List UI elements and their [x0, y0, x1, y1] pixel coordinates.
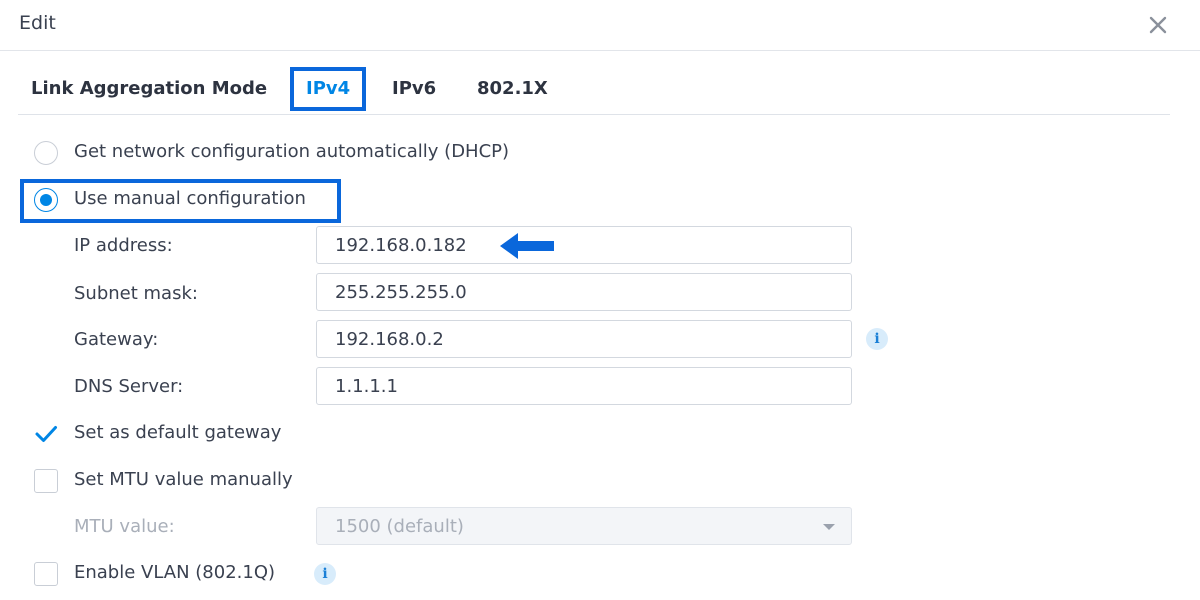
- tab-ipv4-highlight: [290, 67, 366, 111]
- gateway-label: Gateway:: [74, 329, 159, 350]
- subnet-mask-input[interactable]: [317, 274, 851, 310]
- tab-link-aggregation-mode[interactable]: Link Aggregation Mode: [31, 78, 267, 99]
- dns-server-field[interactable]: [316, 367, 852, 405]
- subnet-mask-field[interactable]: [316, 273, 852, 311]
- vlan-checkbox[interactable]: [34, 562, 58, 586]
- gateway-info-icon[interactable]: i: [866, 328, 888, 350]
- manual-config-radio[interactable]: [34, 188, 58, 212]
- vlan-info-icon[interactable]: i: [314, 563, 336, 585]
- dialog-titlebar: Edit: [0, 0, 1200, 51]
- mtu-manual-label: Set MTU value manually: [74, 469, 293, 490]
- checkmark-icon: [35, 426, 57, 442]
- tab-bar: Link Aggregation Mode IPv4 IPv6 802.1X: [0, 60, 1200, 116]
- gateway-field[interactable]: [316, 320, 852, 358]
- mtu-value-select[interactable]: 1500 (default): [316, 507, 852, 545]
- mtu-value-selected: 1500 (default): [335, 516, 464, 537]
- dhcp-radio[interactable]: [34, 141, 58, 165]
- tab-802-1x[interactable]: 802.1X: [477, 78, 548, 99]
- mtu-manual-checkbox[interactable]: [34, 469, 58, 493]
- dhcp-label: Get network configuration automatically …: [74, 141, 510, 162]
- dns-server-input[interactable]: [317, 368, 851, 404]
- tab-divider: [18, 114, 1170, 115]
- default-gateway-checkbox[interactable]: [34, 422, 58, 446]
- gateway-input[interactable]: [317, 321, 851, 357]
- manual-config-label: Use manual configuration: [74, 188, 306, 209]
- default-gateway-label: Set as default gateway: [74, 422, 282, 443]
- dns-server-label: DNS Server:: [74, 376, 184, 397]
- vlan-label: Enable VLAN (802.1Q): [74, 562, 276, 583]
- ip-address-field[interactable]: [316, 226, 852, 264]
- dialog-title: Edit: [19, 12, 56, 34]
- tab-ipv6[interactable]: IPv6: [392, 78, 436, 99]
- arrow-left-icon: [500, 233, 554, 263]
- subnet-mask-label: Subnet mask:: [74, 283, 198, 304]
- close-icon[interactable]: [1146, 13, 1170, 37]
- ip-address-input[interactable]: [317, 227, 851, 263]
- chevron-down-icon: [823, 524, 835, 530]
- ip-address-label: IP address:: [74, 235, 173, 256]
- mtu-value-label: MTU value:: [74, 516, 175, 537]
